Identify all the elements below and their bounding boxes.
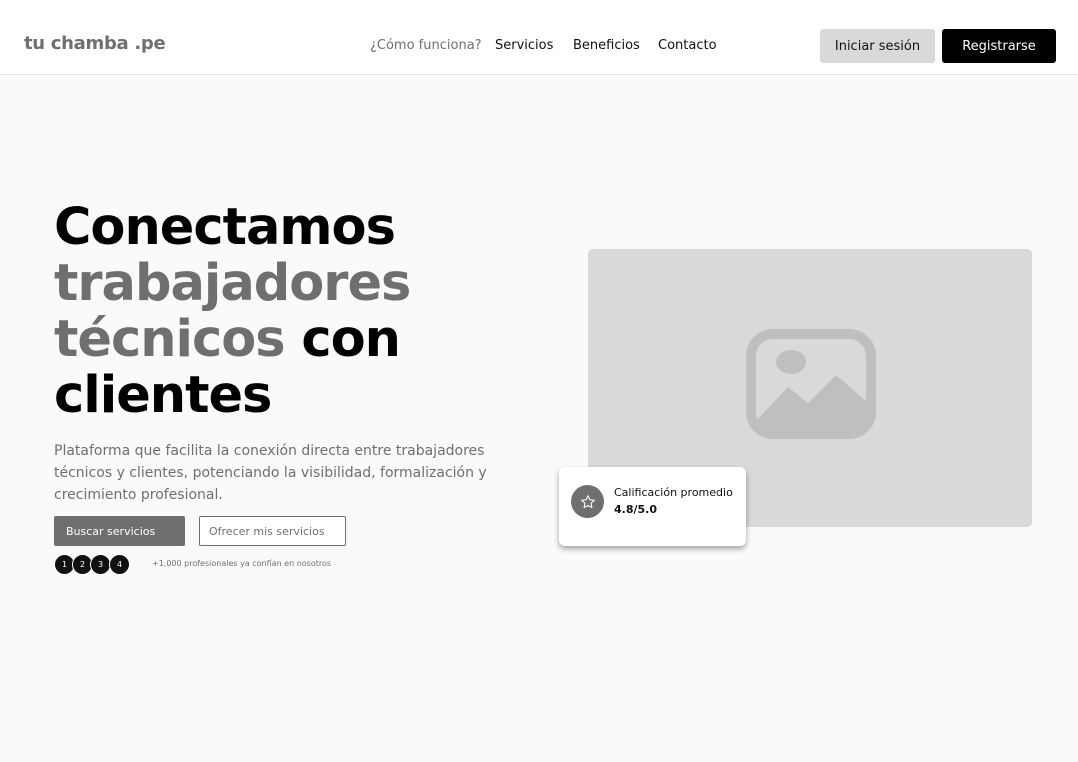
hero-description: Plataforma que facilita la conexión dire… <box>54 443 487 503</box>
offer-services-button[interactable]: Ofrecer mis servicios <box>199 516 346 546</box>
avatar: 3 <box>90 554 111 575</box>
rating-card: Calificación promedio 4.8/5.0 <box>559 467 746 546</box>
hero-title-line-4: clientes <box>54 366 272 425</box>
nav-link-beneficios[interactable]: Beneficios <box>573 38 640 53</box>
hero-title-line-1: Conectamos <box>54 198 396 257</box>
hero-title-highlight: técnicos <box>54 310 286 369</box>
nav-link-servicios[interactable]: Servicios <box>495 38 553 53</box>
nav-link-como-funciona[interactable]: ¿Cómo funciona? <box>370 38 482 53</box>
avatar: 4 <box>109 554 130 575</box>
register-button[interactable]: Registrarse <box>942 29 1056 63</box>
rating-value: 4.8/5.0 <box>614 503 657 516</box>
social-proof-text: +1,000 profesionales ya confían en nosot… <box>152 559 332 568</box>
star-icon <box>571 485 604 518</box>
image-placeholder-icon <box>746 329 876 439</box>
hero-title: Conectamos trabajadores técnicos con cli… <box>54 200 524 424</box>
hero-title-line-2: trabajadores <box>54 254 411 313</box>
navbar: tu chamba .pe ¿Cómo funciona? Servicios … <box>0 0 1078 75</box>
hero-title-line-3: técnicos con <box>54 312 524 368</box>
hero-title-connector: con <box>301 310 401 369</box>
rating-label: Calificación promedio <box>614 486 733 499</box>
search-services-button[interactable]: Buscar servicios <box>54 516 185 546</box>
login-button[interactable]: Iniciar sesión <box>820 29 935 63</box>
logo[interactable]: tu chamba .pe <box>24 33 166 54</box>
nav-link-contacto[interactable]: Contacto <box>658 38 717 53</box>
